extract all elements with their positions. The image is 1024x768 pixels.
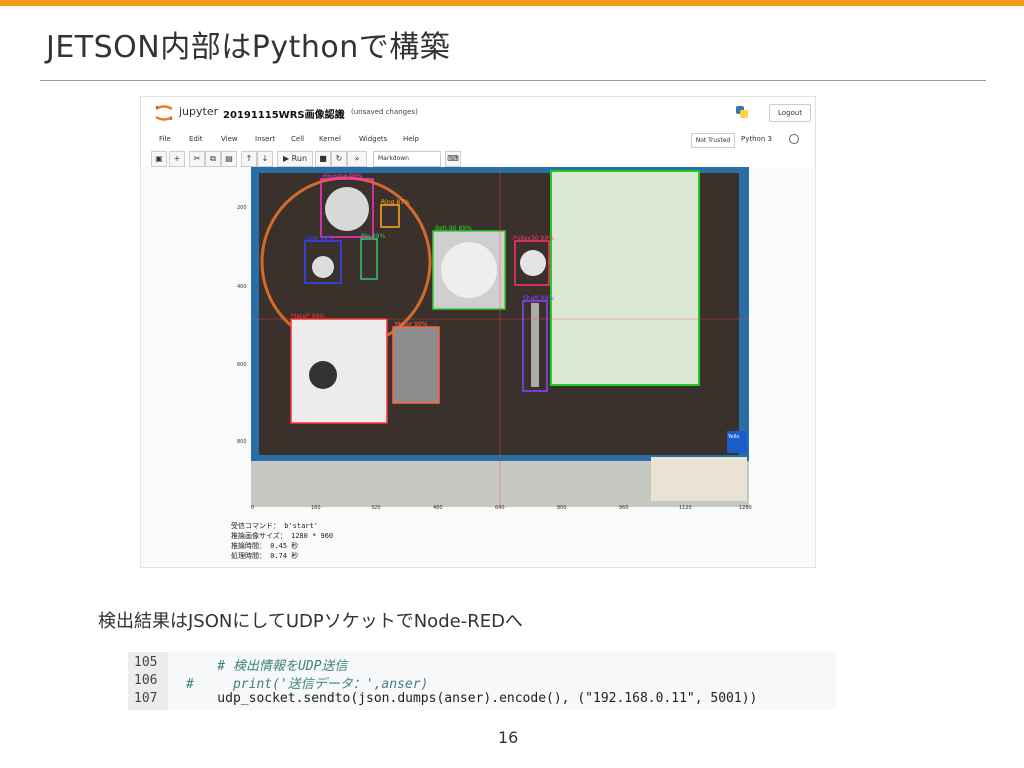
detection-image: Housing 99% Ring 87% Belt-90 89% Idler 9… [251,167,749,507]
output-line: 処理時間： 0.74 秒 [231,552,299,560]
slide-title: JETSON内部はPythonで構築 [46,30,451,65]
slide-caption: 検出結果はJSONにしてUDPソケットでNode-REDへ [98,611,523,632]
x-tick: 1120 [679,505,692,511]
code-line: # 検出情報をUDP送信 [186,659,348,674]
accent-bar [0,0,1024,6]
menu-edit[interactable]: Edit [189,135,203,143]
menu-view[interactable]: View [221,135,238,143]
code-line: udp_socket.sendto(json.dumps(anser).enco… [186,691,758,706]
title-divider [40,80,986,81]
menu-insert[interactable]: Insert [255,135,275,143]
detection-label: Ring 87% [381,199,410,206]
cell-type-select[interactable]: Markdown [373,151,441,167]
line-number: 105 [134,655,158,670]
x-tick: 800 [557,505,567,511]
logout-button[interactable]: Logout [769,104,811,122]
cell-output-text: 受信コマンド： b'start' 推論画像サイズ： 1280 * 960 推論時… [231,521,333,561]
menu-kernel[interactable]: Kernel [319,135,341,143]
detection-label: PlateP 99% [291,313,325,320]
jupyter-header: jupyter 20191115WRS画像認識 (unsaved changes… [141,97,815,127]
paste-icon[interactable]: ▤ [221,151,237,167]
x-tick: 320 [371,505,381,511]
x-tick: 480 [433,505,443,511]
output-line: 推論画像サイズ： 1280 * 960 [231,532,334,540]
save-icon[interactable]: ▣ [151,151,167,167]
detection-label: Idler 99% [305,235,334,242]
menu-widgets[interactable]: Widgets [359,135,387,143]
jupyter-logo-icon [155,105,173,121]
jupyter-screenshot: jupyter 20191115WRS画像認識 (unsaved changes… [140,96,816,568]
kernel-name: Python 3 [741,135,772,143]
x-tick: 640 [495,505,505,511]
copy-icon[interactable]: ⧉ [205,151,221,167]
menu-help[interactable]: Help [403,135,419,143]
y-tick: 200 [237,205,247,211]
menu-file[interactable]: File [159,135,171,143]
detection-label: Shaft 99% [523,295,554,302]
notebook-toolbar: ▣ + ✂ ⧉ ▤ ↑ ↓ ▶ Run ■ ↻ » Markdown ⌨ [149,151,807,167]
detection-label: Housing 99% [323,173,363,180]
move-down-icon[interactable]: ↓ [257,151,273,167]
page-number: 16 [498,728,519,747]
output-line: 推論時間： 0.45 秒 [231,542,299,550]
x-tick: 960 [619,505,629,511]
code-snippet: 105 106 107 # 検出情報をUDP送信 # print('送信データ：… [128,652,836,710]
run-button[interactable]: ▶ Run [277,151,313,167]
python-logo-icon [736,106,748,118]
jupyter-logo-text: jupyter [179,105,219,118]
restart-run-icon[interactable]: » [347,151,367,167]
x-tick: 1280 [739,505,752,511]
detection-label: Yello [727,434,739,440]
output-line: 受信コマンド： b'start' [231,522,318,530]
menu-cell[interactable]: Cell [291,135,304,143]
detection-label: Pulley30 99% [513,235,554,242]
line-number: 107 [134,691,158,706]
run-label: Run [291,154,308,163]
detection-label: Belt-90 89% [435,225,472,232]
y-tick: 600 [237,362,247,368]
cut-icon[interactable]: ✂ [189,151,205,167]
add-cell-icon[interactable]: + [169,151,185,167]
move-up-icon[interactable]: ↑ [241,151,257,167]
restart-icon[interactable]: ↻ [331,151,347,167]
stop-icon[interactable]: ■ [315,151,331,167]
y-tick: 800 [237,439,247,445]
unsaved-indicator: (unsaved changes) [351,108,418,116]
x-tick: 160 [311,505,321,511]
detection-label: Pin 99% [361,233,385,240]
y-tick: 400 [237,284,247,290]
code-line: # print('送信データ：',anser) [186,677,429,692]
line-number: 106 [134,673,158,688]
kernel-status-icon [789,134,799,144]
not-trusted-button[interactable]: Not Trusted [691,133,735,148]
x-tick: 0 [251,505,255,511]
notebook-name[interactable]: 20191115WRS画像認識 [223,106,345,121]
command-palette-icon[interactable]: ⌨ [445,151,461,167]
detection-label: Motor 99% [395,321,428,328]
